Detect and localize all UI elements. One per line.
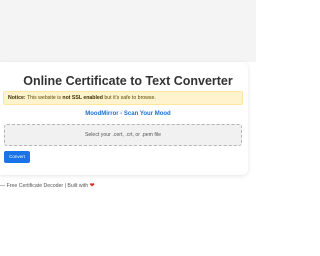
page-background-top bbox=[0, 0, 256, 62]
certificate-file-drop-zone[interactable]: Select your .cert, .crt, or .pem file bbox=[4, 124, 242, 146]
footer-text: — Free Certificate Decoder | Built with bbox=[0, 183, 90, 189]
notice-ssl-text: not SSL enabled bbox=[62, 95, 103, 101]
notice-text-before: This website is bbox=[25, 95, 63, 101]
notice-text-after: but it's safe to browse. bbox=[102, 95, 156, 101]
footer: — Free Certificate Decoder | Built with … bbox=[0, 182, 256, 190]
page-title: Online Certificate to Text Converter bbox=[23, 74, 233, 88]
heart-icon: ❤ bbox=[89, 183, 95, 189]
convert-button[interactable]: Convert bbox=[4, 151, 30, 163]
ssl-notice-banner: Notice: This website is not SSL enabled … bbox=[3, 91, 243, 105]
notice-label: Notice: bbox=[8, 95, 26, 101]
moodmirror-link[interactable]: MoodMirror - Scan Your Mood bbox=[0, 110, 256, 118]
